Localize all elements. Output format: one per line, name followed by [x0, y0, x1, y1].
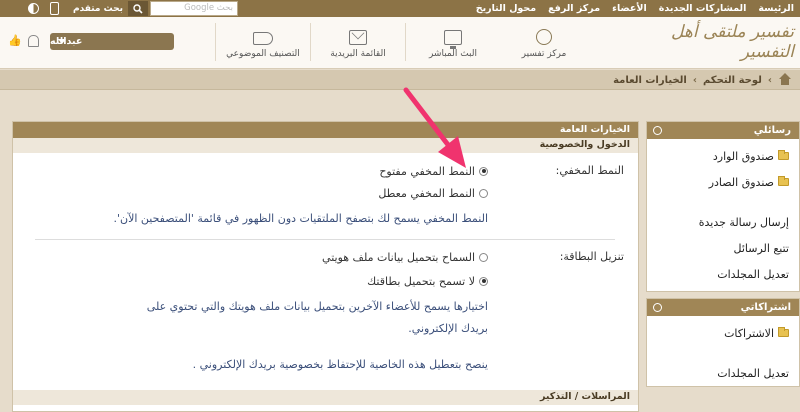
sidebar-item-new-message[interactable]: إرسال رسالة جديدة — [647, 209, 799, 235]
nav-home[interactable]: الرئيسة — [758, 3, 794, 14]
option-label: النمط المخفي معطل — [378, 186, 475, 200]
top-bar: الرئيسة المشاركات الجديدة الأعضاء مركز ا… — [0, 0, 800, 17]
sidebar-item-label: تتبع الرسائل — [733, 241, 790, 255]
breadcrumb-control-panel[interactable]: لوحة التحكم — [703, 75, 762, 86]
vcard-deny-option[interactable]: لا تسمح بتحميل بطاقتك — [322, 270, 488, 292]
username: عبدالله — [50, 36, 83, 47]
breadcrumb: ‹ لوحة التحكم ‹ الخيارات العامة — [613, 70, 792, 90]
top-nav: الرئيسة المشاركات الجديدة الأعضاء مركز ا… — [476, 0, 794, 17]
site-header: تفسير ملتقى أهل التفسير مركز تفسير البث … — [0, 17, 800, 69]
nav-live-stream[interactable]: البث المباشر — [405, 23, 500, 61]
nav-label: مركز تفسير — [521, 49, 567, 59]
folder-icon — [778, 176, 789, 186]
sidebar-item-label: تعديل المجلدات — [717, 366, 789, 380]
subscriptions-box: اشتراكاتي الاشتراكات تعديل المجلدات — [646, 298, 800, 387]
general-options-panel: الخيارات العامة الدخول والخصوصية النمط ا… — [12, 121, 639, 412]
subscriptions-header[interactable]: اشتراكاتي — [647, 299, 799, 316]
nav-label: القائمة البريدية — [330, 49, 386, 59]
invisible-mode-options: النمط المخفي مفتوح النمط المخفي معطل — [378, 160, 488, 204]
site-logo[interactable]: تفسير ملتقى أهل التفسير — [644, 22, 795, 62]
sidebar-item-label: تعديل المجلدات — [717, 267, 789, 281]
divider — [35, 239, 615, 240]
nav-label: التصنيف الموضوعي — [226, 49, 300, 59]
nav-mailing-list[interactable]: القائمة البريدية — [310, 23, 405, 61]
panel-title: الخيارات العامة — [13, 122, 638, 138]
globe-icon — [536, 29, 552, 45]
breadcrumb-bar: ‹ لوحة التحكم ‹ الخيارات العامة — [0, 70, 800, 90]
sidebar-item-label: صندوق الوارد — [712, 149, 774, 163]
sidebar-item-label: إرسال رسالة جديدة — [698, 215, 789, 229]
collapse-icon[interactable] — [653, 303, 662, 312]
chevron-left-icon: ‹ — [767, 74, 772, 86]
sidebar-item-label: الاشتراكات — [724, 326, 774, 340]
contrast-icon[interactable] — [28, 3, 39, 14]
nav-date-converter[interactable]: محول التاريخ — [476, 3, 536, 14]
radio-vcard-allow[interactable] — [479, 252, 488, 262]
bell-icon[interactable] — [28, 35, 39, 47]
advanced-search-link[interactable]: بحث متقدم — [70, 1, 126, 16]
radio-vcard-deny[interactable] — [479, 276, 488, 286]
nav-label: البث المباشر — [428, 49, 478, 59]
monitor-icon — [444, 30, 462, 49]
nav-members[interactable]: الأعضاء — [612, 3, 647, 14]
sidebar: رسائلي صندوق الوارد صندوق الصادر إرسال ر… — [646, 121, 800, 393]
tag-icon — [253, 32, 273, 45]
folder-icon — [778, 327, 789, 337]
sidebar-item-inbox[interactable]: صندوق الوارد — [647, 143, 799, 169]
messages-title: رسائلي — [753, 125, 791, 136]
folder-icon — [778, 150, 789, 160]
breadcrumb-current: الخيارات العامة — [613, 74, 687, 86]
radio-invisible-off[interactable] — [479, 188, 488, 198]
vcard-allow-option[interactable]: السماح بتحميل بيانات ملف هويتي — [322, 246, 488, 268]
header-nav: مركز تفسير البث المباشر القائمة البريدية… — [215, 23, 588, 61]
sidebar-item-edit-sub-folders[interactable]: تعديل المجلدات — [647, 360, 799, 386]
option-label: لا تسمح بتحميل بطاقتك — [367, 274, 475, 288]
mobile-icon[interactable] — [50, 2, 59, 15]
sidebar-item-track-messages[interactable]: تتبع الرسائل — [647, 235, 799, 261]
sidebar-item-sent[interactable]: صندوق الصادر — [647, 169, 799, 195]
nav-upload-center[interactable]: مركز الرفع — [548, 3, 600, 14]
invisible-on-option[interactable]: النمط المخفي مفتوح — [378, 160, 488, 182]
vcard-desc-line1: اختيارها يسمح للأعضاء الآخرين بتحميل بيا… — [146, 300, 488, 313]
chevron-down-icon — [58, 39, 66, 44]
vcard-desc-note: ينصح بتعطيل هذه الخاصية للإحتفاظ بخصوصية… — [192, 358, 488, 371]
nav-new-posts[interactable]: المشاركات الجديدة — [659, 3, 747, 14]
mail-icon — [349, 30, 367, 45]
home-icon[interactable] — [778, 72, 792, 86]
section-messaging: المراسلات / التذكير — [13, 390, 638, 405]
invisible-mode-description: النمط المخفي يسمح لك بتصفح الملتقيات دون… — [113, 212, 488, 225]
search-button[interactable] — [128, 1, 148, 16]
chevron-left-icon: ‹ — [692, 74, 697, 86]
search-input[interactable]: بحث Google — [150, 1, 238, 16]
nav-topic-classification[interactable]: التصنيف الموضوعي — [215, 23, 310, 61]
nav-tafsir-center[interactable]: مركز تفسير — [500, 23, 588, 61]
messages-box: رسائلي صندوق الوارد صندوق الصادر إرسال ر… — [646, 121, 800, 292]
collapse-icon[interactable] — [653, 126, 662, 135]
vcard-description: اختيارها يسمح للأعضاء الآخرين بتحميل بيا… — [28, 296, 488, 376]
vcard-row: تنزيل البطاقة: السماح بتحميل بيانات ملف … — [13, 246, 638, 386]
option-label: النمط المخفي مفتوح — [379, 164, 475, 178]
user-menu-button[interactable]: عبدالله — [50, 33, 174, 50]
messages-header[interactable]: رسائلي — [647, 122, 799, 139]
vcard-label: تنزيل البطاقة: — [559, 250, 624, 263]
option-label: السماح بتحميل بيانات ملف هويتي — [322, 250, 475, 264]
invisible-mode-label: النمط المخفي: — [555, 164, 624, 177]
section-login-privacy: الدخول والخصوصية — [13, 138, 638, 153]
vcard-options: السماح بتحميل بيانات ملف هويتي لا تسمح ب… — [322, 246, 488, 292]
invisible-mode-row: النمط المخفي: النمط المخفي مفتوح النمط ا… — [13, 160, 638, 260]
radio-invisible-on[interactable] — [479, 166, 488, 176]
thumbs-up-icon[interactable]: 👍 — [8, 35, 22, 47]
invisible-off-option[interactable]: النمط المخفي معطل — [378, 182, 488, 204]
sidebar-item-label: صندوق الصادر — [708, 175, 774, 189]
vcard-desc-line2: بريدك الإلكتروني. — [408, 322, 488, 335]
search-icon — [133, 3, 143, 14]
subscriptions-title: اشتراكاتي — [740, 302, 791, 313]
sidebar-item-edit-folders[interactable]: تعديل المجلدات — [647, 261, 799, 287]
sidebar-item-subscriptions[interactable]: الاشتراكات — [647, 320, 799, 346]
